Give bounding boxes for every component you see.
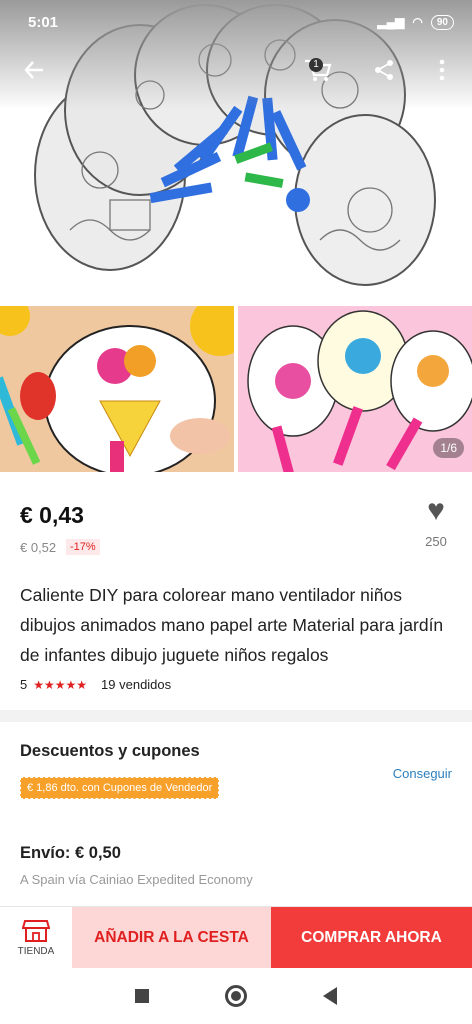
original-price: € 0,52 xyxy=(20,540,57,555)
back-triangle-icon[interactable] xyxy=(323,987,337,1005)
share-button[interactable] xyxy=(364,50,404,90)
star-rating-icon: ★★★★★ xyxy=(33,677,88,692)
product-toolbar: 1 xyxy=(0,50,472,90)
add-to-cart-button[interactable]: AÑADIR A LA CESTA xyxy=(72,907,271,969)
battery-indicator: 90 xyxy=(430,14,454,30)
product-info: € 0,43 € 0,52 -17% ♥ 250 Caliente DIY pa… xyxy=(0,472,472,708)
cart-button[interactable]: 1 xyxy=(298,50,338,90)
image-thumbnails: 1/6 xyxy=(0,306,472,472)
signal-icon: ▂▄▆ xyxy=(377,15,405,29)
store-button[interactable]: TIENDA xyxy=(0,907,72,969)
get-coupon-link[interactable]: Conseguir xyxy=(393,766,452,781)
share-icon xyxy=(375,60,393,80)
purchase-action-bar: TIENDA AÑADIR A LA CESTA COMPRAR AHORA xyxy=(0,906,472,969)
status-time: 5:01 xyxy=(28,13,59,31)
section-divider xyxy=(0,710,472,722)
heart-icon: ♥ xyxy=(427,494,445,527)
store-label: TIENDA xyxy=(17,946,55,957)
image-counter: 1/6 xyxy=(433,438,464,458)
thumbnail-image[interactable]: 1/6 xyxy=(238,306,472,472)
current-price: € 0,43 xyxy=(20,502,84,528)
sold-count: 19 vendidos xyxy=(101,677,172,692)
buy-now-button[interactable]: COMPRAR AHORA xyxy=(271,907,472,969)
wishlist-count: 250 xyxy=(425,534,447,549)
back-button[interactable] xyxy=(14,50,54,90)
thumbnail-image[interactable] xyxy=(0,306,234,472)
shipping-method: A Spain vía Cainiao Expedited Economy xyxy=(20,872,253,887)
coupon-chip[interactable]: € 1,86 dto. con Cupones de Vendedor xyxy=(20,777,220,799)
wifi-icon: ◠ xyxy=(412,15,423,29)
status-icons: ▂▄▆ ◠ 90 xyxy=(377,14,454,30)
status-bar: 5:01 ▂▄▆ ◠ 90 xyxy=(0,0,472,44)
rating-row[interactable]: 5 ★★★★★ 19 vendidos xyxy=(20,677,171,692)
shipping-cost: Envío: € 0,50 xyxy=(20,844,121,862)
arrow-left-icon xyxy=(24,61,43,79)
home-icon[interactable] xyxy=(225,985,247,1007)
system-navigation-bar xyxy=(0,968,472,1024)
wishlist-button[interactable]: ♥ 250 xyxy=(418,494,454,550)
store-icon xyxy=(22,920,50,942)
cart-count-badge: 1 xyxy=(309,58,323,72)
more-options-button[interactable] xyxy=(422,50,462,90)
ice-cream-fan-image xyxy=(0,306,234,472)
discount-badge: -17% xyxy=(66,539,100,555)
recents-icon[interactable] xyxy=(135,989,149,1003)
shipping-section[interactable]: Envío: € 0,50 A Spain vía Cainiao Expedi… xyxy=(0,822,472,906)
product-title: Caliente DIY para colorear mano ventilad… xyxy=(20,585,444,665)
coupons-section: Descuentos y cupones € 1,86 dto. con Cup… xyxy=(0,722,472,822)
coupons-heading: Descuentos y cupones xyxy=(20,742,200,760)
kebab-menu-icon xyxy=(439,59,445,81)
rating-value: 5 xyxy=(20,677,28,692)
